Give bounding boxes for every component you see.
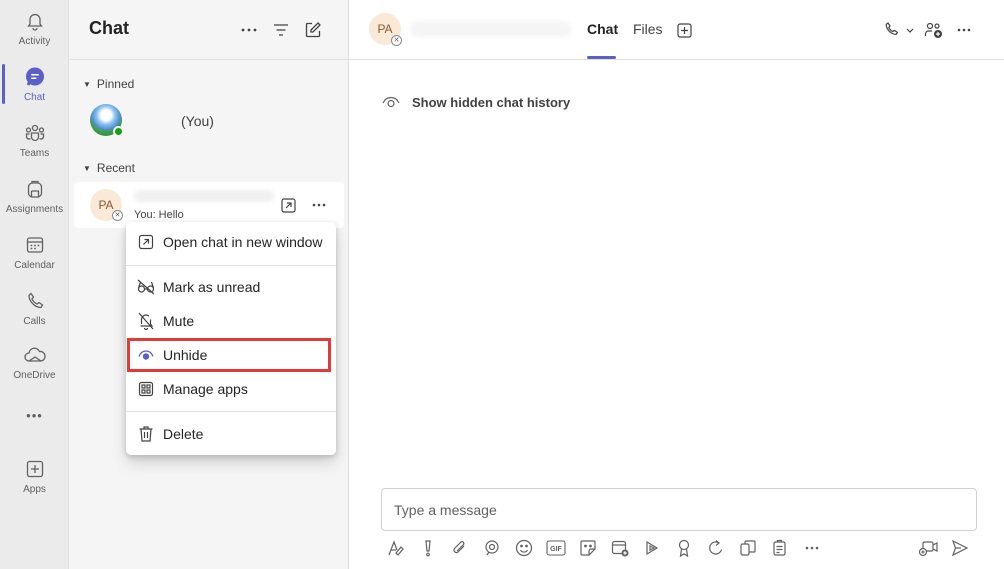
menu-item-manage-apps[interactable]: Manage apps [126,372,336,406]
add-people-icon[interactable] [924,19,944,41]
bell-icon [24,10,46,32]
rail-label: Activity [18,36,51,47]
stream-icon[interactable] [642,538,662,558]
highlight-box [127,338,331,372]
rail-label: Assignments [5,204,64,215]
cloud-icon [23,344,46,366]
send-icon[interactable] [950,538,970,558]
rail-calendar[interactable]: Calendar [0,226,69,278]
filter-icon[interactable] [270,19,292,41]
gif-icon[interactable]: GIF [546,538,566,558]
tab-chat[interactable]: Chat [587,21,618,37]
popout-icon [137,233,155,251]
caret-down-icon: ▼ [83,163,91,173]
rail-assignments[interactable]: Assignments [0,170,69,222]
more-options-icon[interactable] [802,538,822,558]
chat-main-area: PA ✕ Chat Files Show hidden chat history… [349,0,1004,569]
hidden-history-label: Show hidden chat history [412,94,571,110]
more-options-icon[interactable] [956,19,972,41]
teams-icon [24,122,46,144]
teams-window: Activity Chat Teams Assignments Calendar [0,0,1004,569]
menu-item-open-new-window[interactable]: Open chat in new window [126,225,336,259]
more-icon: ••• [26,408,43,423]
available-status-icon [113,126,124,137]
rail-more-button[interactable]: ••• [0,402,69,432]
meet-now-icon[interactable] [918,538,938,558]
chat-title-redacted [411,21,571,37]
chat-icon [24,66,46,88]
updates-icon[interactable] [738,538,758,558]
important-icon[interactable] [418,538,438,558]
trash-icon [137,425,155,443]
rail-label: Teams [19,148,50,159]
rail-label: OneDrive [13,370,56,381]
menu-item-mark-unread[interactable]: Mark as unread [126,270,336,304]
rail-teams[interactable]: Teams [0,114,69,166]
chat-name-redacted [134,190,274,202]
refresh-icon[interactable] [706,538,726,558]
pinned-section-header[interactable]: ▼ Pinned [83,77,134,91]
phone-icon [24,290,46,312]
menu-item-label: Mute [163,313,195,329]
show-hidden-history-link[interactable]: Show hidden chat history [382,93,570,111]
forms-icon[interactable] [770,538,790,558]
glasses-icon [137,278,155,296]
eye-icon [382,93,400,111]
active-tab-indicator [587,56,616,59]
rail-activity[interactable]: Activity [0,2,69,54]
format-icon[interactable] [386,538,406,558]
message-input[interactable] [394,500,954,520]
rail-apps[interactable]: Apps [0,450,69,502]
sticker-icon[interactable] [578,538,598,558]
loop-icon[interactable] [482,538,502,558]
offline-status-icon: ✕ [112,210,123,221]
more-options-icon[interactable] [238,19,260,41]
rail-label: Calls [23,316,46,327]
chat-list-header: Chat [69,0,348,60]
add-app-icon [24,458,46,480]
tab-files[interactable]: Files [633,21,663,37]
more-options-icon[interactable] [310,196,328,214]
caret-down-icon: ▼ [83,79,91,89]
new-chat-icon[interactable] [302,19,324,41]
schedule-meeting-icon[interactable] [610,538,630,558]
compose-box [381,488,977,531]
chat-context-menu: Open chat in new window Mark as unread M… [126,222,336,455]
rail-label: Chat [23,92,46,103]
recent-label: Recent [96,161,135,175]
apps-grid-icon [137,380,155,398]
pinned-label: Pinned [96,77,135,91]
chat-header: PA ✕ Chat Files [349,0,1004,60]
add-tab-icon[interactable] [676,19,692,41]
rail-label: Calendar [14,260,55,271]
rail-onedrive[interactable]: OneDrive [0,336,69,388]
rail-calls[interactable]: Calls [0,282,69,334]
offline-status-icon: ✕ [391,35,402,46]
menu-divider [126,411,336,412]
bell-off-icon [137,312,155,330]
svg-text:GIF: GIF [550,546,562,553]
calendar-icon [24,234,46,256]
pinned-chat-you[interactable]: (You) [74,98,344,144]
recent-section-header[interactable]: ▼ Recent [83,161,135,175]
rail-chat[interactable]: Chat [0,58,69,110]
menu-item-label: Open chat in new window [163,234,323,250]
app-rail: Activity Chat Teams Assignments Calendar [0,0,69,569]
menu-item-label: Delete [163,426,204,442]
call-button[interactable] [884,19,918,41]
popout-icon[interactable] [279,196,297,214]
last-message-preview: You: Hello [134,209,184,221]
emoji-icon[interactable] [514,538,534,558]
rail-label: Apps [23,484,46,495]
chat-name-you: (You) [181,113,214,129]
menu-item-mute[interactable]: Mute [126,304,336,338]
menu-divider [126,265,336,266]
praise-icon[interactable] [674,538,694,558]
backpack-icon [24,178,46,200]
menu-item-label: Manage apps [163,381,248,397]
attach-icon[interactable] [450,538,470,558]
chat-list-title: Chat [89,18,129,38]
menu-item-label: Mark as unread [163,279,261,295]
menu-item-delete[interactable]: Delete [126,417,336,451]
